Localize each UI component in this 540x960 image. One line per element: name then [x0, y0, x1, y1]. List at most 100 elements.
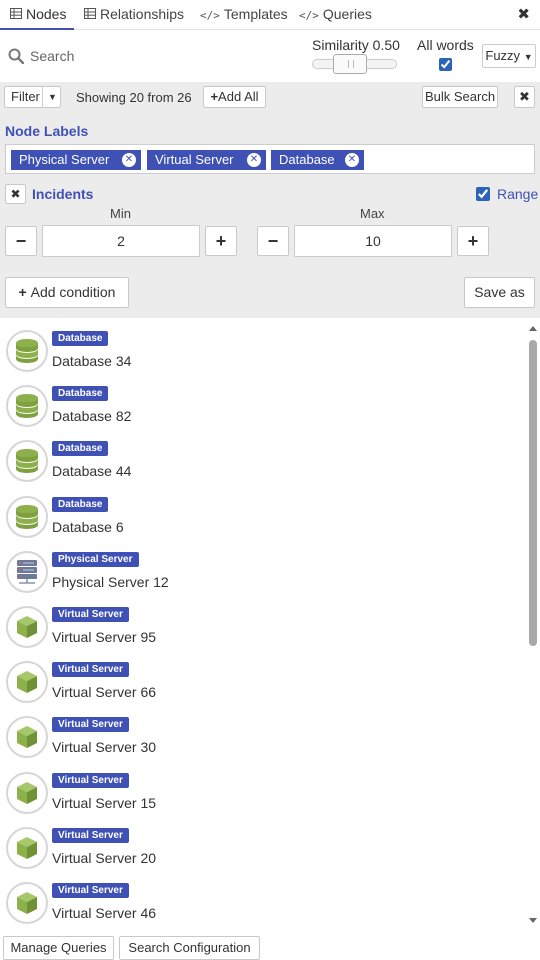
node-avatar — [6, 882, 48, 924]
node-name: Physical Server 12 — [52, 573, 169, 590]
search-bar: Similarity 0.50 All words Fuzzy ▼ — [0, 30, 540, 82]
node-avatar — [6, 661, 48, 704]
filter-dropdown[interactable]: Filter ▼ — [4, 86, 61, 108]
all-words-checkbox[interactable] — [439, 58, 452, 71]
close-filter-button[interactable]: ✖ — [514, 86, 535, 108]
list-item[interactable]: Database Database 34 — [0, 318, 525, 373]
manage-queries-button[interactable]: Manage Queries — [3, 936, 114, 960]
node-name: Virtual Server 66 — [52, 684, 157, 701]
list-item[interactable]: Virtual Server Virtual Server 46 — [0, 870, 525, 925]
scroll-up-icon[interactable] — [529, 326, 537, 331]
chip-virtual-server: Virtual Server ✕ — [147, 150, 266, 170]
search-input[interactable] — [30, 44, 290, 68]
chip-label: Database — [279, 152, 335, 167]
add-condition-button[interactable]: + Add condition — [5, 277, 129, 308]
remove-chip-icon[interactable]: ✕ — [122, 153, 136, 167]
list-item[interactable]: Virtual Server Virtual Server 30 — [0, 704, 525, 759]
min-input[interactable]: 2 — [42, 225, 200, 257]
node-label-badge: Virtual Server — [52, 772, 129, 788]
similarity-label: Similarity 0.50 — [312, 37, 400, 53]
plus-icon: + — [18, 284, 27, 300]
add-all-label: Add All — [218, 89, 259, 104]
scrollbar[interactable] — [526, 318, 540, 930]
node-avatar — [6, 495, 48, 538]
node-label-badge: Virtual Server — [52, 883, 129, 898]
node-label-badge: Physical Server — [52, 551, 139, 567]
node-label-badge: Virtual Server — [52, 607, 129, 622]
node-name: Virtual Server 15 — [52, 794, 157, 811]
slider-handle[interactable] — [333, 54, 367, 74]
fuzzy-dropdown[interactable]: Fuzzy ▼ — [482, 44, 536, 68]
list-item[interactable]: Virtual Server Virtual Server 15 — [0, 760, 525, 815]
close-icon[interactable]: ✖ — [517, 6, 530, 24]
bulk-search-button[interactable]: Bulk Search — [422, 86, 498, 108]
add-all-button[interactable]: +Add All — [203, 86, 266, 108]
node-label-badge: Virtual Server — [52, 662, 129, 678]
node-name: Database 82 — [52, 408, 132, 425]
node-name: Virtual Server 46 — [52, 905, 157, 921]
list-item[interactable]: Database Database 44 — [0, 428, 525, 483]
search-configuration-button[interactable]: Search Configuration — [119, 936, 260, 960]
chip-physical-server: Physical Server ✕ — [11, 150, 141, 170]
node-name: Virtual Server 95 — [52, 629, 157, 645]
node-name: Virtual Server 30 — [52, 739, 157, 756]
node-label-badge: Virtual Server — [52, 827, 129, 843]
node-name: Database 34 — [52, 353, 132, 369]
list-item[interactable]: Virtual Server Virtual Server 95 — [0, 594, 525, 649]
node-name: Database 6 — [52, 518, 124, 535]
node-avatar — [6, 330, 48, 372]
remove-chip-icon[interactable]: ✕ — [345, 153, 359, 167]
node-avatar — [6, 550, 48, 593]
max-input[interactable]: 10 — [294, 225, 452, 257]
node-labels-chips[interactable]: Physical Server ✕ Virtual Server ✕ Datab… — [5, 144, 535, 174]
scroll-down-icon[interactable] — [529, 918, 537, 923]
fuzzy-label: Fuzzy — [485, 48, 521, 63]
all-words-label: All words — [417, 37, 474, 53]
search-icon — [8, 48, 24, 64]
table-icon — [10, 2, 22, 31]
range-checkbox[interactable] — [476, 187, 490, 201]
results-count: Showing 20 from 26 — [76, 90, 192, 105]
code-icon: </> — [200, 9, 220, 22]
tab-queries[interactable]: </> Queries — [299, 0, 372, 30]
max-increment-button[interactable]: + — [457, 226, 489, 256]
scrollbar-thumb[interactable] — [529, 340, 537, 646]
node-avatar — [6, 826, 48, 869]
tab-templates[interactable]: </> Templates — [200, 0, 288, 30]
remove-condition-button[interactable]: ✖ — [5, 184, 26, 204]
tab-label: Relationships — [100, 6, 185, 22]
tab-relationships[interactable]: Relationships — [84, 0, 184, 30]
list-item[interactable]: Virtual Server Virtual Server 66 — [0, 649, 525, 704]
min-increment-button[interactable]: + — [205, 226, 237, 256]
node-label-badge: Database — [52, 386, 109, 402]
tab-nodes[interactable]: Nodes — [0, 0, 74, 30]
range-label: Range — [497, 186, 539, 202]
list-item[interactable]: Virtual Server Virtual Server 20 — [0, 815, 525, 870]
min-label: Min — [110, 206, 131, 221]
results-list: Database Database 34 Database Database 82 Da… — [0, 318, 540, 930]
filter-label: Filter — [11, 89, 40, 104]
chip-label: Physical Server — [19, 152, 110, 167]
remove-chip-icon[interactable]: ✕ — [247, 153, 261, 167]
node-avatar — [6, 716, 48, 759]
tab-label: Nodes — [26, 6, 67, 22]
table-icon — [84, 2, 96, 31]
chip-label: Virtual Server — [155, 152, 234, 167]
node-avatar — [6, 606, 48, 648]
max-label: Max — [360, 206, 385, 221]
tab-bar: Nodes Relationships </> Templates </> Quer… — [0, 0, 540, 30]
caret-down-icon: ▼ — [48, 92, 57, 102]
node-label-badge: Database — [52, 441, 109, 457]
node-avatar — [6, 385, 48, 428]
plus-icon: + — [210, 89, 219, 104]
max-decrement-button[interactable]: − — [257, 226, 289, 256]
list-item[interactable]: Database Database 6 — [0, 484, 525, 539]
save-as-button[interactable]: Save as — [464, 277, 535, 308]
tab-label: Queries — [322, 6, 372, 22]
divider — [42, 87, 43, 107]
list-item[interactable]: Database Database 82 — [0, 373, 525, 428]
list-item[interactable]: Physical Server Physical Server 12 — [0, 539, 525, 594]
node-name: Virtual Server 20 — [52, 849, 157, 866]
node-name: Database 44 — [52, 463, 132, 480]
min-decrement-button[interactable]: − — [5, 226, 37, 256]
